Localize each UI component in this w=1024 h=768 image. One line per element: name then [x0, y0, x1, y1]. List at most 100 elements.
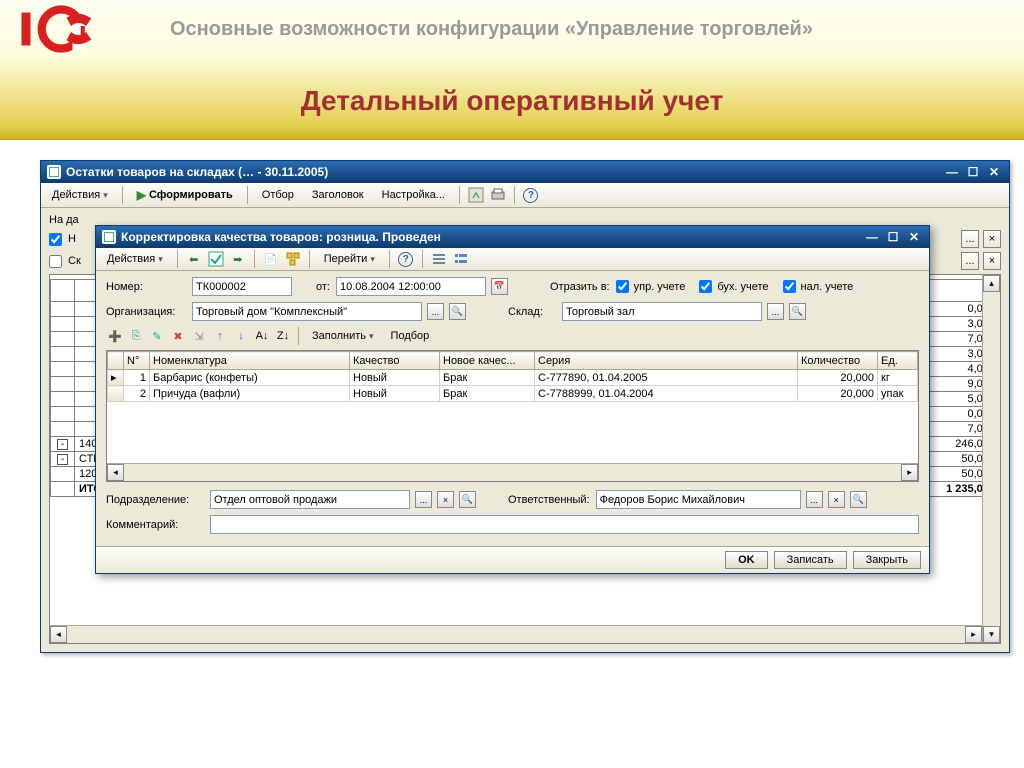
- more-button-2[interactable]: ...: [961, 252, 979, 270]
- comment-input[interactable]: [210, 515, 919, 534]
- col-qual[interactable]: Качество: [350, 352, 440, 370]
- button-bar: OK Записать Закрыть: [96, 546, 929, 573]
- org-input[interactable]: Торговый дом "Комплексный": [192, 302, 422, 321]
- list-icon[interactable]: [430, 250, 448, 268]
- forward-icon[interactable]: ➡: [229, 250, 247, 268]
- header-button[interactable]: Заголовок: [305, 186, 371, 204]
- edit-row-icon[interactable]: ✎: [148, 327, 166, 345]
- from-label: от:: [316, 281, 330, 293]
- sort-asc-icon[interactable]: A↓: [253, 327, 271, 345]
- move-up-icon[interactable]: ↑: [211, 327, 229, 345]
- calendar-icon[interactable]: 📅: [491, 278, 508, 295]
- window-icon: [47, 165, 61, 179]
- resp-search-icon[interactable]: 🔍: [850, 491, 867, 508]
- dept-search-icon[interactable]: 🔍: [459, 491, 476, 508]
- save-icon[interactable]: [467, 186, 485, 204]
- grid-hscroll[interactable]: ◂▸: [107, 463, 918, 481]
- col-series[interactable]: Серия: [535, 352, 798, 370]
- filter2-checkbox[interactable]: [49, 255, 62, 268]
- warehouse-input[interactable]: Торговый зал: [562, 302, 762, 321]
- form-button[interactable]: ▶Сформировать: [130, 185, 240, 205]
- struct-icon[interactable]: [284, 250, 302, 268]
- filter2-label: Ск: [68, 255, 81, 267]
- date-input[interactable]: 10.08.2004 12:00:00: [336, 277, 486, 296]
- buh-checkbox[interactable]: бух. учете: [699, 280, 768, 293]
- scroll-down-icon[interactable]: ▾: [983, 626, 1000, 643]
- help-icon[interactable]: ?: [397, 250, 415, 268]
- col-nom[interactable]: Номенклатура: [150, 352, 350, 370]
- org-search-icon[interactable]: 🔍: [449, 303, 466, 320]
- horizontal-scrollbar[interactable]: ◂ ▸: [50, 625, 982, 643]
- actions-menu[interactable]: Действия▾: [45, 186, 115, 204]
- resp-input[interactable]: Федоров Борис Михайлович: [596, 490, 801, 509]
- clear-button-2[interactable]: ×: [983, 252, 1001, 270]
- more-button-1[interactable]: ...: [961, 230, 979, 248]
- upr-checkbox[interactable]: упр. учете: [616, 280, 686, 293]
- col-newqual[interactable]: Новое качес...: [440, 352, 535, 370]
- warehouse-search-icon[interactable]: 🔍: [789, 303, 806, 320]
- close-button[interactable]: Закрыть: [853, 551, 921, 569]
- dept-input[interactable]: Отдел оптовой продажи: [210, 490, 410, 509]
- settings-button[interactable]: Настройка...: [375, 186, 452, 204]
- minimize-button[interactable]: —: [943, 164, 961, 180]
- grid-row[interactable]: ▸1Барбарис (конфеты)НовыйБракС-777890, 0…: [108, 370, 918, 386]
- save-button[interactable]: Записать: [774, 551, 847, 569]
- end-icon[interactable]: ⇲: [190, 327, 208, 345]
- dept-clear-icon[interactable]: ×: [437, 491, 454, 508]
- close-button[interactable]: ✕: [905, 229, 923, 245]
- correction-toolbar: Действия▾ ⬅ ➡ 📄 Перейти▾ ?: [96, 248, 929, 271]
- comment-label: Комментарий:: [106, 519, 204, 531]
- fill-menu[interactable]: Заполнить▾: [305, 327, 381, 345]
- correction-window: Корректировка качества товаров: розница.…: [95, 225, 930, 574]
- report-toolbar: Действия▾ ▶Сформировать Отбор Заголовок …: [41, 183, 1009, 208]
- doc-icon[interactable]: 📄: [262, 250, 280, 268]
- delete-row-icon[interactable]: ✖: [169, 327, 187, 345]
- vertical-scrollbar[interactable]: ▴ ▾: [982, 275, 1000, 643]
- pick-button[interactable]: Подбор: [384, 327, 437, 345]
- maximize-button[interactable]: ☐: [884, 229, 902, 245]
- report-titlebar[interactable]: Остатки товаров на складах (… - 30.11.20…: [41, 161, 1009, 183]
- actions-menu[interactable]: Действия▾: [100, 250, 170, 268]
- copy-row-icon[interactable]: ⎘: [127, 327, 145, 345]
- post-icon[interactable]: [207, 250, 225, 268]
- minimize-button[interactable]: —: [863, 229, 881, 245]
- org-select-icon[interactable]: ...: [427, 303, 444, 320]
- grid-toolbar: ➕ ⎘ ✎ ✖ ⇲ ↑ ↓ A↓ Z↓ Заполнить▾ Подбор: [106, 327, 919, 345]
- number-input[interactable]: ТК000002: [192, 277, 292, 296]
- back-icon[interactable]: ⬅: [185, 250, 203, 268]
- resp-select-icon[interactable]: ...: [806, 491, 823, 508]
- org-label: Организация:: [106, 306, 186, 318]
- warehouse-label: Склад:: [508, 306, 556, 318]
- correction-titlebar[interactable]: Корректировка качества товаров: розница.…: [96, 226, 929, 248]
- col-unit[interactable]: Ед.: [878, 352, 918, 370]
- move-down-icon[interactable]: ↓: [232, 327, 250, 345]
- settings-icon[interactable]: [452, 250, 470, 268]
- warehouse-select-icon[interactable]: ...: [767, 303, 784, 320]
- clear-button-1[interactable]: ×: [983, 230, 1001, 248]
- scroll-up-icon[interactable]: ▴: [983, 275, 1000, 292]
- logo-1c: [20, 4, 110, 54]
- add-row-icon[interactable]: ➕: [106, 327, 124, 345]
- slide-subtitle: Основные возможности конфигурации «Управ…: [170, 18, 813, 41]
- col-qty[interactable]: Количество: [798, 352, 878, 370]
- resp-clear-icon[interactable]: ×: [828, 491, 845, 508]
- print-icon[interactable]: [489, 186, 507, 204]
- sort-desc-icon[interactable]: Z↓: [274, 327, 292, 345]
- ok-button[interactable]: OK: [725, 551, 768, 569]
- window-icon: [102, 230, 116, 244]
- nal-checkbox[interactable]: нал. учете: [783, 280, 854, 293]
- filter-button[interactable]: Отбор: [255, 186, 301, 204]
- dept-select-icon[interactable]: ...: [415, 491, 432, 508]
- help-icon[interactable]: ?: [522, 186, 540, 204]
- number-label: Номер:: [106, 281, 186, 293]
- goto-menu[interactable]: Перейти▾: [317, 250, 382, 268]
- close-button[interactable]: ✕: [985, 164, 1003, 180]
- correction-title: Корректировка качества товаров: розница.…: [121, 230, 441, 244]
- scroll-left-icon[interactable]: ◂: [50, 626, 67, 643]
- scroll-right-icon[interactable]: ▸: [965, 626, 982, 643]
- col-n[interactable]: N°: [124, 352, 150, 370]
- play-icon: ▶: [137, 188, 146, 202]
- maximize-button[interactable]: ☐: [964, 164, 982, 180]
- filter1-checkbox[interactable]: [49, 233, 62, 246]
- grid-row[interactable]: 2Причуда (вафли)НовыйБракС-7788999, 01.0…: [108, 386, 918, 402]
